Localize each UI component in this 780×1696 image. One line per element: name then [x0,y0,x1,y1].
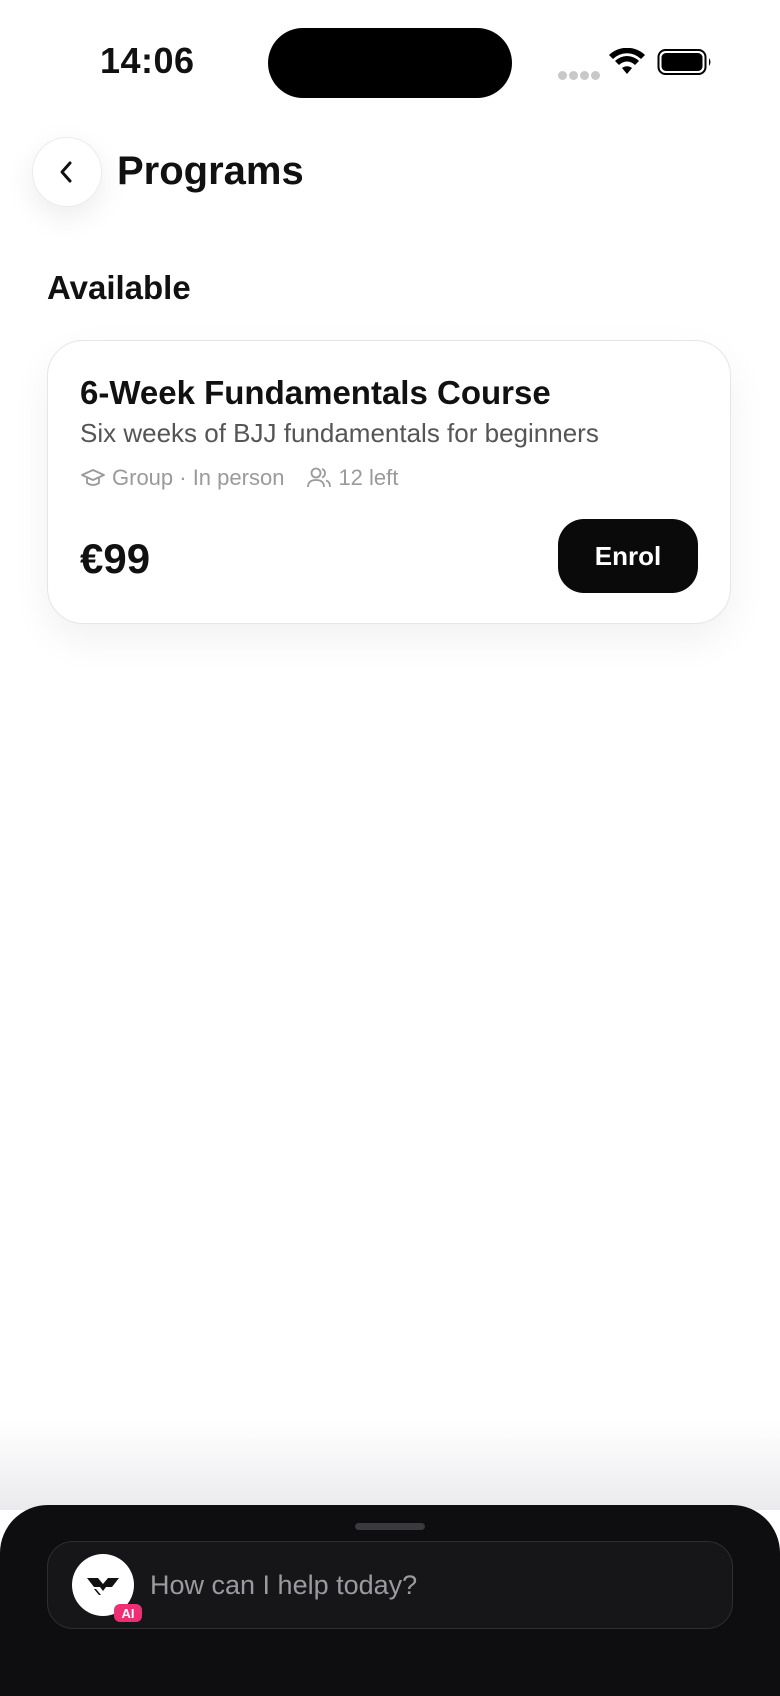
assistant-sheet: AI How can I help today? [0,1505,780,1696]
bottom-fade [0,1420,780,1510]
graduation-cap-icon [81,469,105,486]
sheet-grabber-handle[interactable] [355,1523,425,1530]
cellular-signal-icon [558,67,602,85]
program-title: 6-Week Fundamentals Course [80,374,551,411]
chevron-left-icon [60,161,72,183]
program-meta: Group · In person 12 left [80,463,398,493]
users-icon [307,467,332,488]
status-time: 14:06 [100,40,195,81]
wifi-icon [609,48,645,74]
dynamic-island [268,28,512,98]
program-card[interactable]: 6-Week Fundamentals Course Six weeks of … [47,340,731,624]
battery-icon [657,49,711,75]
program-price: €99 [80,535,151,582]
assistant-chat-input[interactable]: AI How can I help today? [47,1541,733,1629]
brand-logo-icon [87,1578,119,1595]
back-button[interactable] [32,137,102,207]
section-title-available: Available [47,269,191,306]
status-bar: 14:06 [0,0,780,120]
enrol-button[interactable]: Enrol [558,519,698,593]
assistant-input-placeholder: How can I help today? [150,1570,418,1600]
program-description: Six weeks of BJJ fundamentals for beginn… [80,418,599,448]
program-format: Group · In person [112,465,285,490]
program-spots-left: 12 left [338,465,399,490]
page-title: Programs [117,149,304,193]
ai-badge: AI [114,1604,142,1622]
